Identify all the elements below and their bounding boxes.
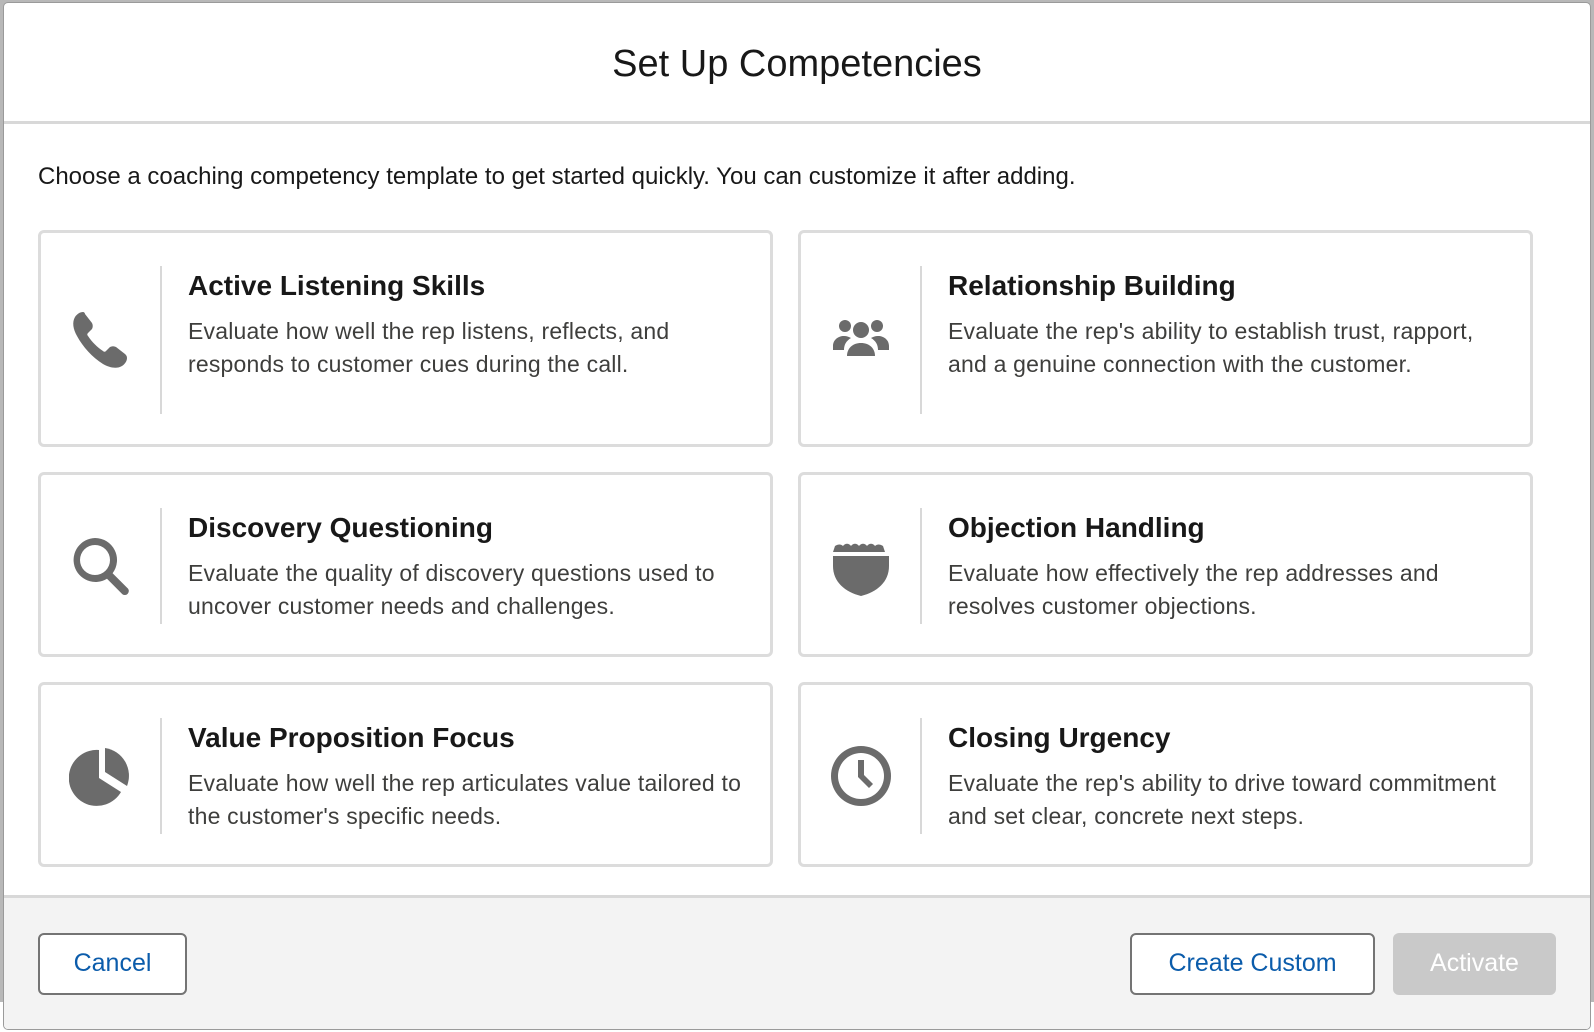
template-card-objection-handling[interactable]: Objection Handling Evaluate how effectiv… <box>798 472 1533 657</box>
template-card-value-proposition[interactable]: Value Proposition Focus Evaluate how wel… <box>38 682 773 867</box>
card-text: Closing Urgency Evaluate the rep's abili… <box>922 685 1530 833</box>
template-card-relationship-building[interactable]: Relationship Building Evaluate the rep's… <box>798 230 1533 447</box>
create-custom-button[interactable]: Create Custom <box>1130 932 1375 995</box>
card-title: Objection Handling <box>948 512 1205 543</box>
card-icon-container <box>801 718 922 834</box>
card-text: Active Listening Skills Evaluate how wel… <box>162 233 770 381</box>
card-icon-container <box>41 508 162 624</box>
card-description: Evaluate the rep's ability to drive towa… <box>948 770 1497 829</box>
card-description: Evaluate how well the rep articulates va… <box>188 770 742 829</box>
modal-header: Set Up Competencies <box>4 3 1590 124</box>
template-grid: Active Listening Skills Evaluate how wel… <box>38 230 1556 867</box>
template-card-active-listening[interactable]: Active Listening Skills Evaluate how wel… <box>38 230 773 447</box>
card-icon-container <box>41 266 162 414</box>
card-text: Value Proposition Focus Evaluate how wel… <box>162 685 770 833</box>
template-card-closing-urgency[interactable]: Closing Urgency Evaluate the rep's abili… <box>798 682 1533 867</box>
card-text: Relationship Building Evaluate the rep's… <box>922 233 1530 381</box>
modal-footer: Cancel Create Custom Activate <box>4 895 1590 1029</box>
activate-button[interactable]: Activate <box>1393 932 1556 995</box>
clock-icon <box>830 746 891 806</box>
card-title: Relationship Building <box>948 270 1236 301</box>
card-title: Closing Urgency <box>948 722 1171 753</box>
card-icon-container <box>41 718 162 834</box>
card-description: Evaluate how effectively the rep address… <box>948 560 1439 619</box>
set-up-competencies-modal: Set Up Competencies Choose a coaching co… <box>4 3 1590 1029</box>
card-description: Evaluate the quality of discovery questi… <box>188 560 715 619</box>
card-description: Evaluate how well the rep listens, refle… <box>188 318 670 377</box>
card-text: Objection Handling Evaluate how effectiv… <box>922 475 1530 623</box>
card-icon-container <box>801 508 922 624</box>
group-icon <box>832 320 889 356</box>
intro-text: Choose a coaching competency template to… <box>38 163 1076 190</box>
card-title: Value Proposition Focus <box>188 722 515 753</box>
card-title: Active Listening Skills <box>188 270 486 301</box>
card-title: Discovery Questioning <box>188 512 493 543</box>
card-text: Discovery Questioning Evaluate the quali… <box>162 475 770 623</box>
pie-chart-icon <box>68 748 129 806</box>
shield-icon <box>832 543 889 596</box>
modal-body: Choose a coaching competency template to… <box>4 124 1590 895</box>
footer-actions: Create Custom Activate <box>1130 932 1556 995</box>
phone-icon <box>72 312 127 368</box>
card-description: Evaluate the rep's ability to establish … <box>948 318 1474 377</box>
search-icon <box>73 538 129 595</box>
modal-title: Set Up Competencies <box>612 42 982 85</box>
template-card-discovery-questioning[interactable]: Discovery Questioning Evaluate the quali… <box>38 472 773 657</box>
cancel-button[interactable]: Cancel <box>38 932 187 995</box>
card-icon-container <box>801 266 922 414</box>
